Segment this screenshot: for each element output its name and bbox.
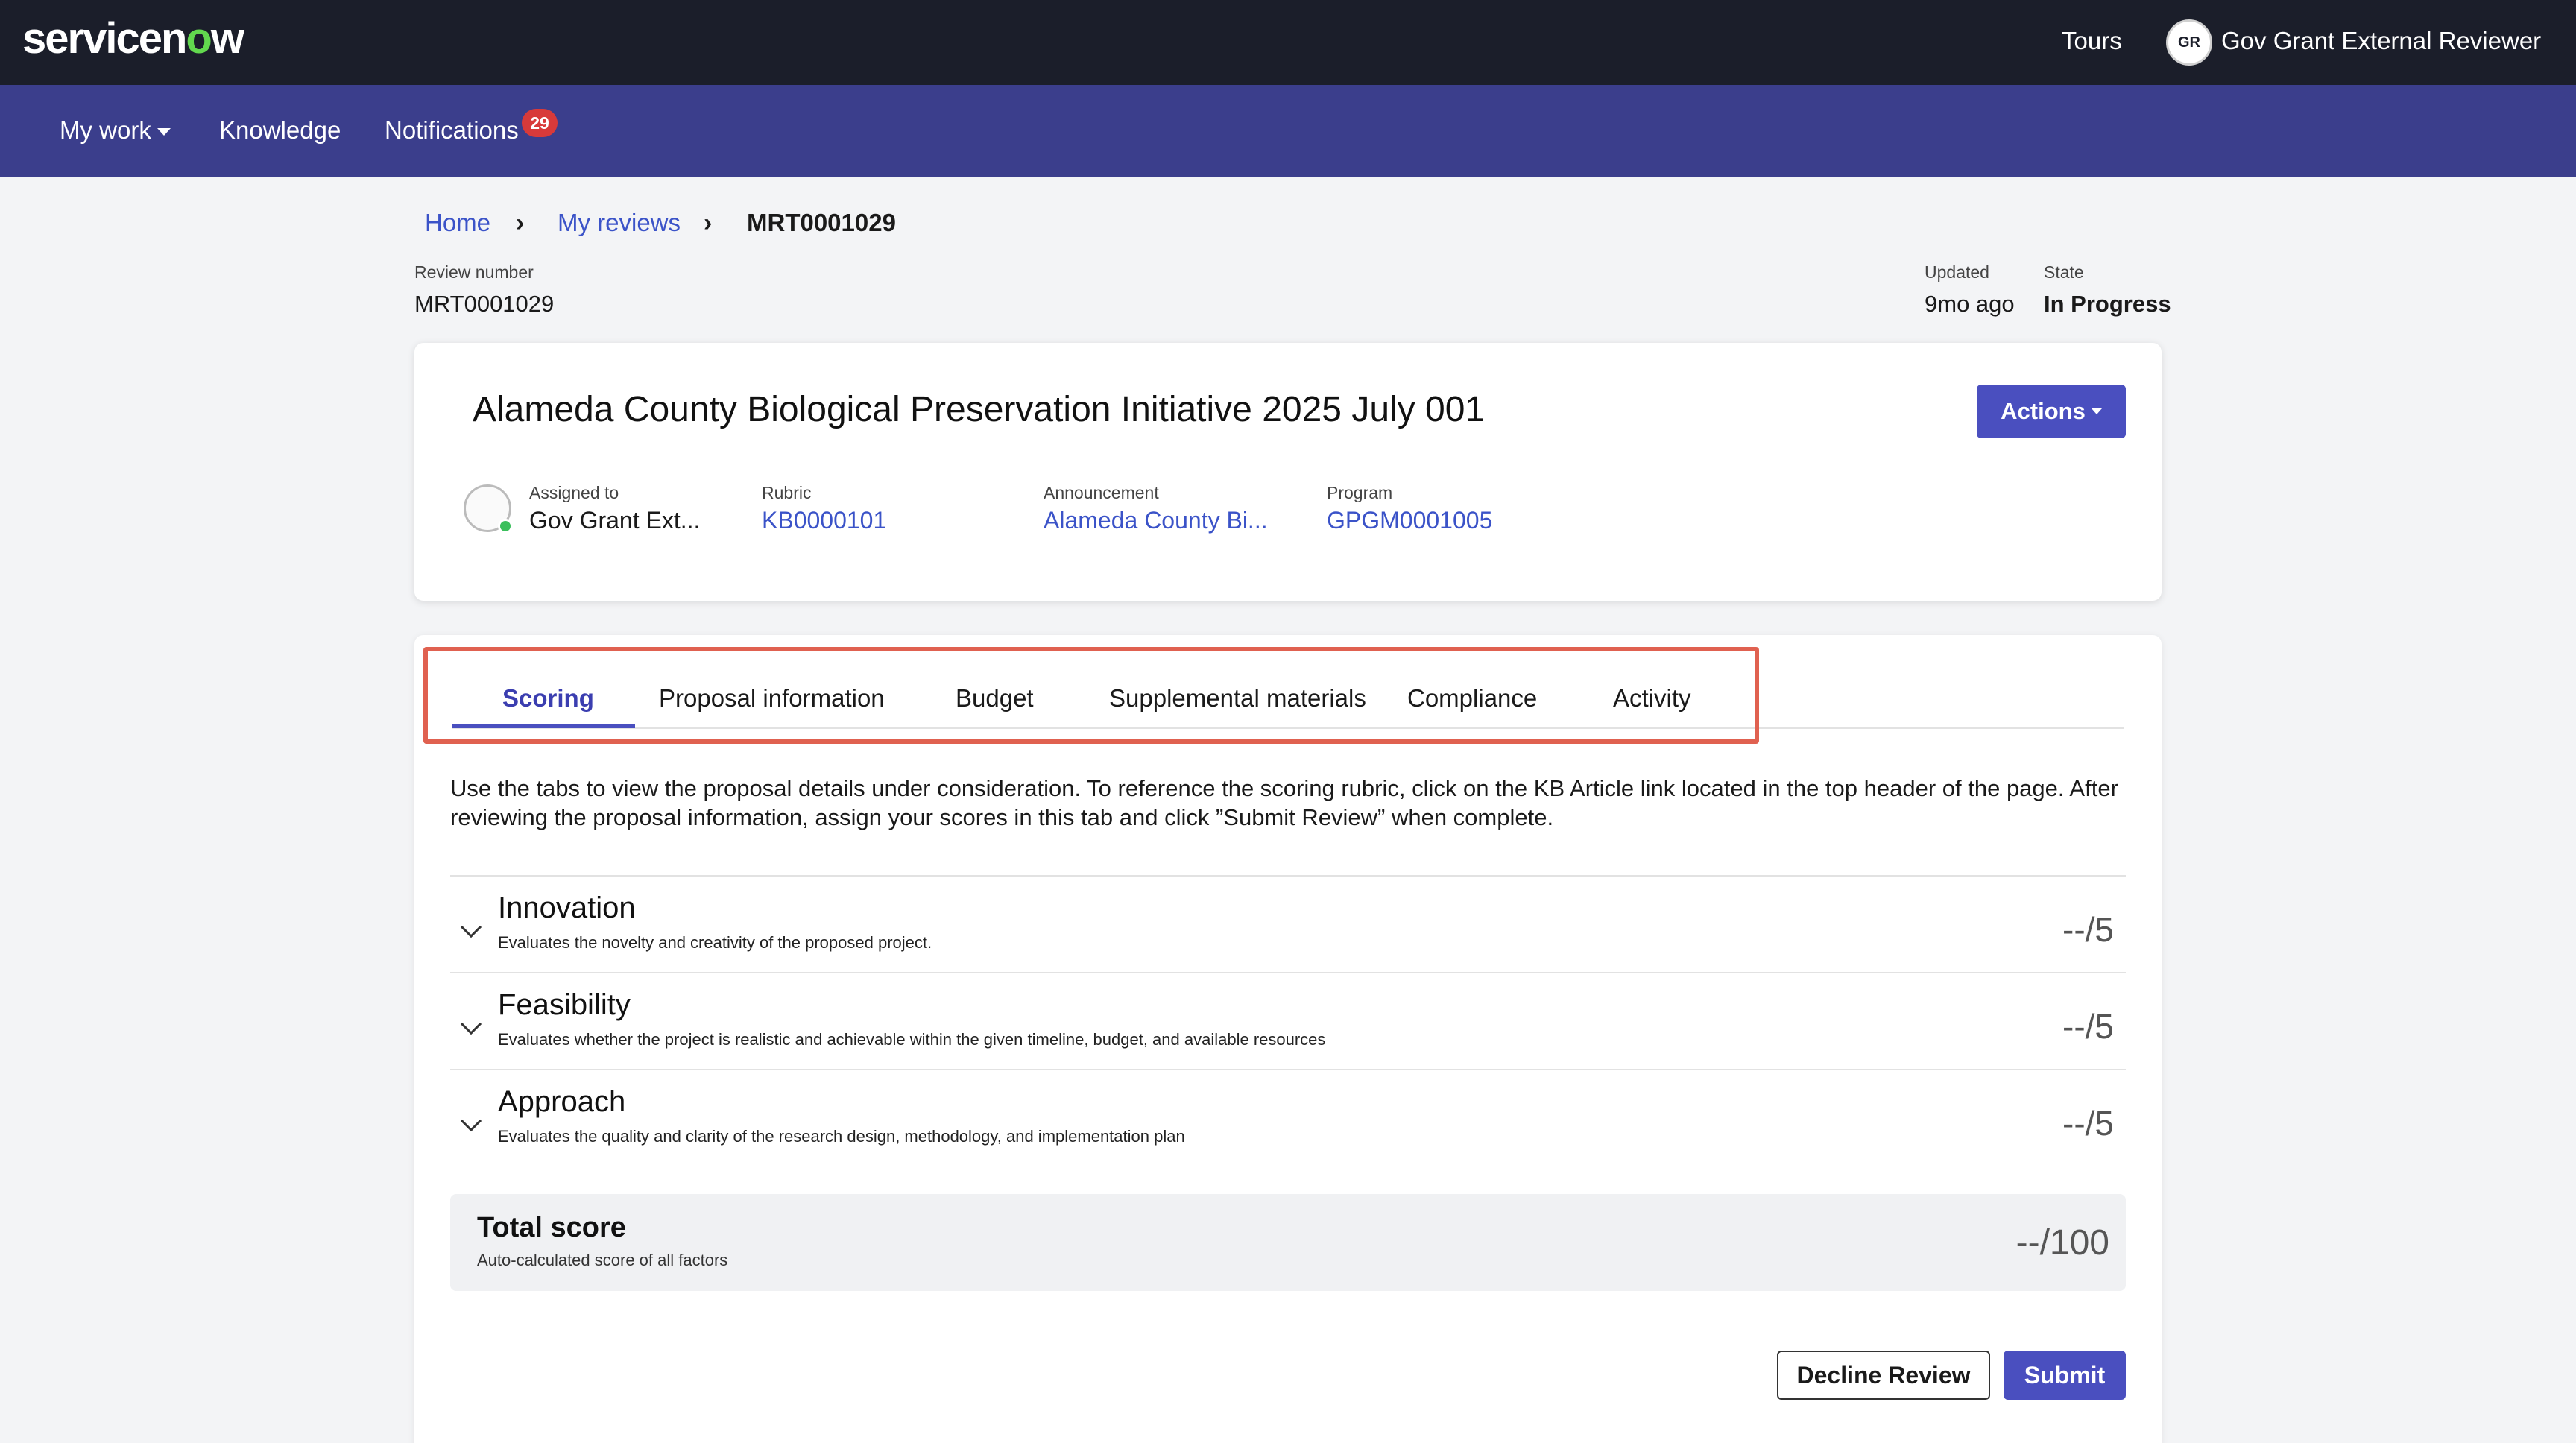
program-link[interactable]: GPGM0001005 xyxy=(1327,507,1492,534)
updated-value: 9mo ago xyxy=(1925,291,2015,317)
breadcrumb-current: MRT0001029 xyxy=(747,209,896,236)
main-nav: My work Knowledge Notifications 29 xyxy=(0,85,2576,177)
presence-dot-icon xyxy=(498,519,513,534)
logo-mark: o xyxy=(186,14,212,63)
program-label: Program xyxy=(1327,483,1393,502)
chevron-down-icon xyxy=(157,128,171,136)
tours-link[interactable]: Tours xyxy=(2062,27,2122,55)
total-score-value: --/100 xyxy=(2015,1223,2109,1263)
review-header-card: Alameda County Biological Preservation I… xyxy=(414,343,2162,601)
nav-my-work-label: My work xyxy=(60,116,151,144)
announcement-label: Announcement xyxy=(1044,483,1159,502)
decline-review-button[interactable]: Decline Review xyxy=(1777,1351,1990,1400)
total-score-box: Total score Auto-calculated score of all… xyxy=(450,1194,2126,1291)
review-number-label: Review number xyxy=(414,262,534,282)
scoring-instructions: Use the tabs to view the proposal detail… xyxy=(450,775,2118,830)
user-menu[interactable]: Gov Grant External Reviewer xyxy=(2221,27,2541,55)
nav-my-work[interactable]: My work xyxy=(60,116,171,145)
chevron-down-icon[interactable] xyxy=(460,1013,482,1035)
updated-label: Updated xyxy=(1925,262,1989,282)
breadcrumb-home[interactable]: Home xyxy=(425,209,490,237)
chevron-down-icon[interactable] xyxy=(460,1110,482,1132)
criterion-name: Innovation xyxy=(498,891,636,924)
chevron-down-icon xyxy=(2091,408,2102,414)
total-score-subtitle: Auto-calculated score of all factors xyxy=(477,1251,728,1269)
criterion-feasibility[interactable]: Feasibility Evaluates whether the projec… xyxy=(450,972,2126,1069)
nav-knowledge[interactable]: Knowledge xyxy=(219,116,341,145)
logo-text-suffix: w xyxy=(210,14,244,63)
state-label: State xyxy=(2044,262,2084,282)
total-score-title: Total score xyxy=(477,1212,626,1243)
top-bar: servicenow Tours GR Gov Grant External R… xyxy=(0,0,2576,85)
criterion-score: --/5 xyxy=(2062,1007,2114,1046)
criterion-name: Feasibility xyxy=(498,988,631,1021)
chevron-right-icon: › xyxy=(516,209,525,237)
tabs-highlight-box xyxy=(423,647,1759,744)
scoring-panel: Scoring Proposal information Budget Supp… xyxy=(414,635,2162,1443)
servicenow-logo[interactable]: servicenow xyxy=(22,13,244,63)
chevron-down-icon[interactable] xyxy=(460,916,482,938)
user-avatar[interactable]: GR xyxy=(2166,19,2212,66)
page-title: Alameda County Biological Preservation I… xyxy=(473,390,1486,429)
submit-button[interactable]: Submit xyxy=(2004,1351,2126,1400)
rubric-link[interactable]: KB0000101 xyxy=(762,507,886,534)
actions-button[interactable]: Actions xyxy=(1977,385,2126,438)
criterion-innovation[interactable]: Innovation Evaluates the novelty and cre… xyxy=(450,875,2126,972)
nav-notifications[interactable]: Notifications xyxy=(385,116,519,145)
criterion-score: --/5 xyxy=(2062,910,2114,949)
assigned-to-label: Assigned to xyxy=(529,483,619,502)
criterion-description: Evaluates the quality and clarity of the… xyxy=(498,1127,1185,1146)
logo-text-prefix: servicen xyxy=(22,14,187,63)
criterion-score: --/5 xyxy=(2062,1104,2114,1143)
criterion-description: Evaluates the novelty and creativity of … xyxy=(498,933,932,952)
notifications-count-badge: 29 xyxy=(522,109,558,137)
state-value: In Progress xyxy=(2044,291,2171,317)
criterion-description: Evaluates whether the project is realist… xyxy=(498,1030,1326,1049)
review-number: MRT0001029 xyxy=(414,291,555,317)
criterion-approach[interactable]: Approach Evaluates the quality and clari… xyxy=(450,1069,2126,1166)
breadcrumb-my-reviews[interactable]: My reviews xyxy=(558,209,681,237)
announcement-link[interactable]: Alameda County Bi... xyxy=(1044,507,1268,534)
rubric-label: Rubric xyxy=(762,483,812,502)
assigned-to-value: Gov Grant Ext... xyxy=(529,507,701,534)
criterion-name: Approach xyxy=(498,1085,626,1118)
chevron-right-icon: › xyxy=(704,209,713,237)
actions-button-label: Actions xyxy=(2001,398,2086,424)
